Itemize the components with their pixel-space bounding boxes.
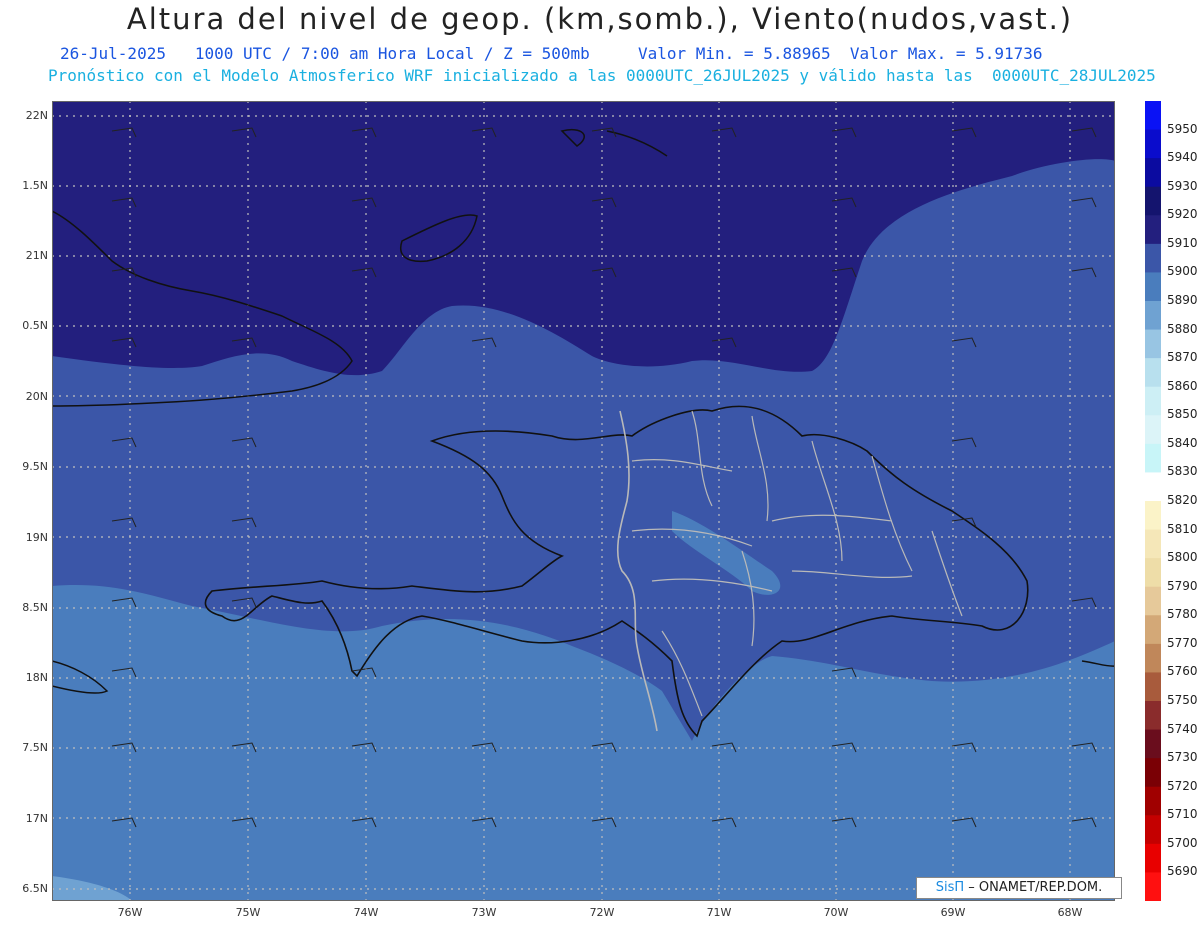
lon-label: 69W [940,906,966,919]
lon-label: 72W [589,906,615,919]
colorbar-label: 5780 [1167,607,1198,622]
colorbar-label: 5740 [1167,721,1198,736]
colorbar-label: 5750 [1167,693,1198,707]
credit-box: SisΠ – ONAMET/REP.DOM. [916,877,1122,899]
lat-label: 7.5N [22,741,48,754]
lon-label: 73W [471,906,497,919]
colorbar-swatch [1145,301,1161,331]
colorbar-label: 5940 [1167,150,1198,165]
colorbar-swatch [1145,815,1161,845]
colorbar-swatch [1145,101,1161,131]
colorbar-swatch [1145,615,1161,645]
lat-label: 19N [25,531,48,544]
colorbar-label: 5890 [1167,293,1198,307]
colorbar-label: 5870 [1167,350,1198,365]
colorbar-swatch [1145,129,1161,159]
colorbar-swatch [1145,158,1161,188]
colorbar-swatch [1145,329,1161,359]
colorbar-label: 5930 [1167,178,1198,193]
lat-label: 22N [25,109,48,122]
lat-label: 0.5N [22,319,48,332]
colorbar-swatch [1145,215,1161,245]
colorbar [1145,101,1161,901]
colorbar-label: 5860 [1167,378,1198,393]
lat-label: 6.5N [22,882,48,895]
colorbar-swatch [1145,443,1161,473]
colorbar-label: 5950 [1167,121,1198,136]
colorbar-swatch [1145,758,1161,788]
colorbar-swatch [1145,272,1161,302]
colorbar-label: 5700 [1167,835,1198,850]
colorbar-label: 5790 [1167,578,1198,593]
colorbar-swatch [1145,843,1161,873]
colorbar-label: 5810 [1167,521,1198,536]
colorbar-swatch [1145,729,1161,759]
lat-label: 8.5N [22,601,48,614]
colorbar-label: 5900 [1167,264,1198,279]
colorbar-swatch [1145,501,1161,531]
colorbar-swatch [1145,643,1161,673]
colorbar-label: 5710 [1167,807,1198,822]
lat-label: 18N [25,671,48,684]
colorbar-label: 5690 [1167,864,1198,879]
colorbar-swatch [1145,558,1161,588]
colorbar-swatch [1145,672,1161,702]
colorbar-swatch [1145,415,1161,445]
colorbar-swatch [1145,186,1161,216]
lat-label: 9.5N [22,460,48,473]
colorbar-label: 5910 [1167,235,1198,250]
colorbar-label: 5800 [1167,550,1198,565]
colorbar-swatch [1145,243,1161,273]
colorbar-swatch [1145,529,1161,559]
colorbar-label: 5850 [1167,407,1198,422]
colorbar-swatch [1145,472,1161,502]
colorbar-swatch [1145,386,1161,416]
colorbar-label: 5920 [1167,207,1198,222]
colorbar-label: 5720 [1167,778,1198,793]
lon-label: 70W [823,906,849,919]
subtitle-time: 26-Jul-2025 1000 UTC / 7:00 am Hora Loca… [60,44,1043,63]
colorbar-label: 5830 [1167,464,1198,479]
lat-label: 1.5N [22,179,48,192]
lat-label: 21N [25,249,48,262]
lon-label: 76W [117,906,143,919]
colorbar-swatch [1145,358,1161,388]
subtitle-model: Pronóstico con el Modelo Atmosferico WRF… [48,66,1156,85]
colorbar-label: 5820 [1167,493,1198,507]
lon-label: 68W [1057,906,1083,919]
chart-title: Altura del nivel de geop. (km,somb.), Vi… [126,2,1074,36]
lon-label: 75W [235,906,261,919]
colorbar-swatch [1145,786,1161,816]
colorbar-label: 5760 [1167,664,1198,679]
colorbar-swatch [1145,872,1161,901]
colorbar-label: 5880 [1167,321,1198,336]
lon-label: 74W [353,906,379,919]
lat-label: 17N [25,812,48,825]
lon-label: 71W [706,906,732,919]
lat-label: 20N [25,390,48,403]
map-panel [52,101,1115,901]
colorbar-label: 5730 [1167,750,1198,765]
credit-sis: SisΠ [935,880,965,895]
colorbar-label: 5840 [1167,435,1198,450]
colorbar-swatch [1145,586,1161,616]
colorbar-label: 5770 [1167,635,1198,650]
credit-text: – ONAMET/REP.DOM. [964,880,1103,895]
colorbar-swatch [1145,701,1161,731]
